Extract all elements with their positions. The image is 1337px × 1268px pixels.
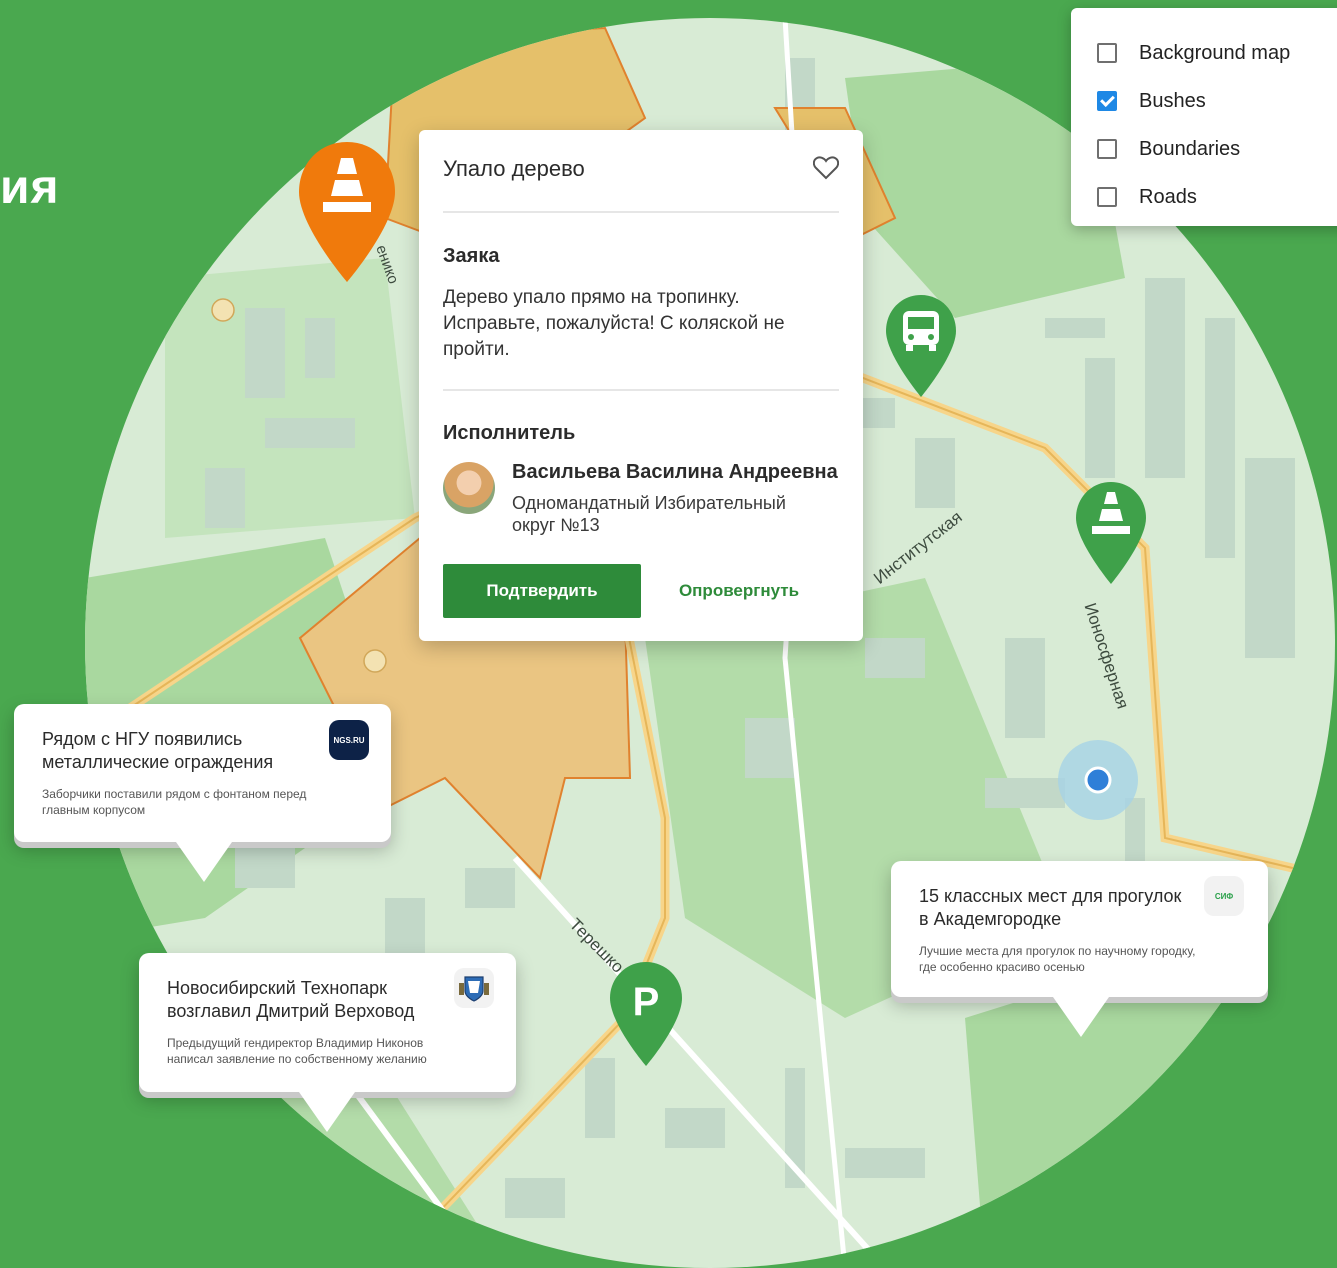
executor-heading: Исполнитель [443, 422, 576, 444]
refute-button[interactable]: Опровергнуть [669, 564, 809, 618]
layer-label: Bushes [1139, 89, 1206, 112]
heart-icon[interactable] [813, 156, 839, 180]
parking-pin[interactable]: P [608, 960, 684, 1068]
news-title: Рядом с НГУ появились металлические огра… [42, 729, 274, 772]
news-bubble-akademgorodok[interactable]: 15 классных мест для прогулок в Академго… [891, 861, 1268, 1037]
news-bubble-ngu[interactable]: Рядом с НГУ появились металлические огра… [14, 704, 391, 882]
request-heading: Заяка [443, 245, 500, 267]
layer-background-map[interactable]: Background map [1097, 38, 1290, 68]
bus-icon [903, 311, 939, 351]
traffic-cone-pin-green[interactable] [1074, 480, 1148, 586]
page-title-fragment: ия [0, 161, 60, 214]
checkbox-boundaries[interactable] [1097, 139, 1117, 159]
news-subtitle: Заборчики поставили рядом с фонтаном пер… [42, 787, 307, 817]
checkbox-roads[interactable] [1097, 187, 1117, 207]
layer-label: Roads [1139, 185, 1197, 208]
news-subtitle: Предыдущий гендиректор Владимир Никонов … [167, 1036, 427, 1066]
executor-role: Одномандатный Избирательный округ №13 [512, 493, 786, 535]
confirm-button[interactable]: Подтвердить [443, 564, 641, 618]
layer-bushes[interactable]: Bushes [1097, 86, 1206, 116]
executor-name: Васильева Василина Андреевна [512, 461, 838, 483]
checkbox-bushes[interactable] [1097, 91, 1117, 111]
sif-logo-icon: СИФ [1204, 876, 1244, 916]
request-text: Дерево упало прямо на тропинку. Исправьт… [443, 287, 785, 360]
news-title: 15 классных мест для прогулок в Академго… [919, 886, 1182, 929]
news-title: Новосибирский Технопарк возглавил Дмитри… [167, 978, 415, 1021]
avatar [443, 462, 495, 514]
issue-title: Упало дерево [443, 156, 585, 181]
coat-of-arms-icon [454, 968, 494, 1008]
bubble-tail [176, 842, 232, 882]
layers-panel: Background map Bushes Boundaries Roads [1071, 8, 1337, 226]
source-label: СИФ [1214, 891, 1234, 901]
layer-roads[interactable]: Roads [1097, 182, 1197, 212]
layer-label: Background map [1139, 41, 1291, 64]
news-subtitle: Лучшие места для прогулок по научному го… [919, 944, 1196, 974]
bubble-tail [299, 1092, 355, 1132]
divider [443, 211, 839, 213]
traffic-cone-pin-orange[interactable] [297, 140, 397, 285]
layer-boundaries[interactable]: Boundaries [1097, 134, 1240, 164]
news-bubble-technopark[interactable]: Новосибирский Технопарк возглавил Дмитри… [139, 953, 516, 1132]
issue-card: Упало дерево Заяка Дерево упало прямо на… [419, 130, 863, 641]
layer-label: Boundaries [1139, 137, 1241, 160]
source-label: NGS.RU [333, 735, 365, 745]
parking-icon: P [633, 980, 660, 1024]
checkbox-background-map[interactable] [1097, 43, 1117, 63]
bubble-tail [1053, 997, 1109, 1037]
ngs-logo-icon: NGS.RU [329, 720, 369, 760]
divider [443, 389, 839, 391]
bus-pin[interactable] [884, 293, 958, 399]
